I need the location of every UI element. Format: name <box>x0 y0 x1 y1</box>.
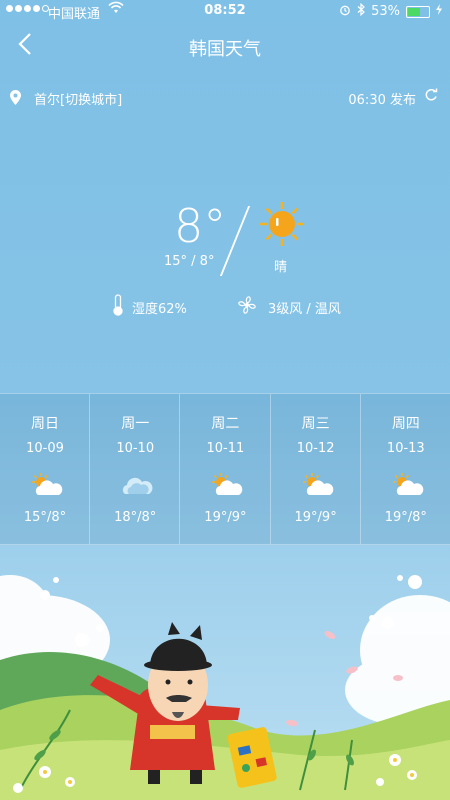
bluetooth-icon <box>357 2 365 20</box>
forecast-date: 10-09 <box>26 441 64 456</box>
switch-city-link[interactable]: 首尔[切换城市] <box>34 89 122 108</box>
forecast-day[interactable]: 周日 10-09 15°/8° <box>0 394 89 544</box>
forecast-weekday: 周一 <box>121 416 150 432</box>
partly-cloudy-icon <box>300 472 334 498</box>
refresh-icon[interactable] <box>424 88 438 106</box>
forecast-weekday: 周日 <box>31 416 59 432</box>
status-bar: 中国联通 08:52 53% <box>0 0 450 22</box>
forecast-day[interactable]: 周二 10-11 19°/9° <box>179 394 269 544</box>
partly-cloudy-icon <box>390 472 424 498</box>
page-title: 韩国天气 <box>189 39 261 60</box>
forecast-date: 10-12 <box>296 441 335 456</box>
forecast-date: 10-11 <box>206 441 245 456</box>
partly-cloudy-icon <box>29 472 63 498</box>
weather-condition: 晴 <box>274 260 288 275</box>
location-row: 首尔[切换城市] 06:30 发布 <box>0 88 450 108</box>
forecast-temp-range: 19°/9° <box>294 510 337 525</box>
forecast-day[interactable]: 周三 10-12 19°/9° <box>269 394 360 544</box>
forecast-weekday: 周四 <box>391 416 420 432</box>
forecast-weekday: 周三 <box>301 416 330 432</box>
location-pin-icon <box>10 90 21 109</box>
decorative-illustration <box>0 575 450 800</box>
forecast-date: 10-13 <box>386 441 425 456</box>
forecast-strip: 周日 10-09 15°/8° 周一 10-10 18°/8° 周二 10-11… <box>0 393 450 545</box>
partly-cloudy-icon <box>209 472 243 498</box>
forecast-day[interactable]: 周一 10-10 18°/8° <box>89 394 179 544</box>
wind-value: 3级风 / 温风 <box>268 301 341 317</box>
thermometer-icon <box>112 294 124 320</box>
humidity-info: 湿度62% <box>112 294 187 320</box>
battery-percent: 53% <box>371 4 400 19</box>
alarm-icon <box>339 4 351 20</box>
forecast-day[interactable]: 周四 10-13 19°/8° <box>359 394 450 544</box>
humidity-value: 湿度62% <box>132 301 187 317</box>
battery-icon <box>406 5 430 18</box>
forecast-temp-range: 19°/8° <box>384 510 427 525</box>
fan-icon <box>236 294 258 320</box>
wind-info: 3级风 / 温风 <box>236 294 341 320</box>
forecast-temp-range: 18°/8° <box>114 510 157 525</box>
charging-icon <box>436 4 442 19</box>
sunny-icon <box>258 200 306 248</box>
forecast-temp-range: 15°/8° <box>23 510 67 525</box>
cloudy-icon <box>119 472 153 498</box>
forecast-temp-range: 19°/9° <box>204 510 247 525</box>
today-temp-range: 15° / 8° <box>164 254 215 269</box>
forecast-weekday: 周二 <box>211 416 240 432</box>
forecast-date: 10-10 <box>116 441 155 456</box>
current-temperature: 8° <box>174 199 227 253</box>
publish-time: 06:30 发布 <box>348 93 416 108</box>
